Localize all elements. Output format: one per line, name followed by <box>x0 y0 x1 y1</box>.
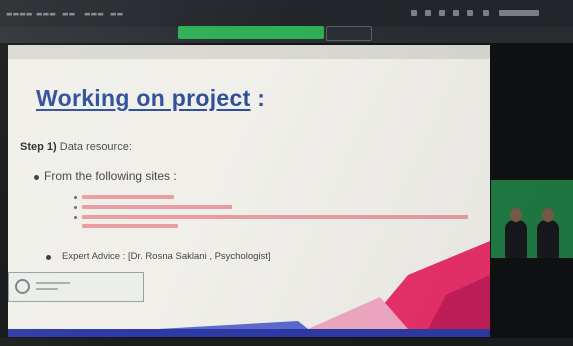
sub-bullet-dot <box>74 216 77 219</box>
monitor-screen: ▬▬▬▬ ▬▬▬ ▬▬ ▬▬▬ ▬▬ Working on project: … <box>0 0 573 346</box>
source-link-3[interactable] <box>82 215 468 219</box>
photo-frame: ▬▬▬▬ ▬▬▬ ▬▬ ▬▬▬ ▬▬ Working on project: … <box>0 0 573 346</box>
meeting-bottom-bar <box>0 338 573 346</box>
taskbar-tab[interactable]: ▬▬▬ <box>84 9 104 19</box>
slide-title-text: Working on project <box>36 85 251 111</box>
tray-icon[interactable] <box>483 10 489 16</box>
mini-panel-text-line <box>36 288 58 290</box>
bullet-dot <box>34 175 39 180</box>
slide-title-colon: : <box>250 85 266 111</box>
sub-bullet-dot <box>74 196 77 199</box>
slide-bottom-band <box>8 329 490 337</box>
top-taskbar: ▬▬▬▬ ▬▬▬ ▬▬ ▬▬▬ ▬▬ <box>0 0 573 27</box>
presenter-mini-panel[interactable] <box>8 272 144 302</box>
clock-readout <box>499 10 539 16</box>
screen-share-banner[interactable] <box>178 26 324 39</box>
tray-icon[interactable] <box>439 10 445 16</box>
taskbar-tab[interactable]: ▬▬ <box>62 9 75 19</box>
slide-title: Working on project : <box>36 85 265 112</box>
participant-figure <box>537 208 559 258</box>
sub-bullet-dot <box>74 206 77 209</box>
step-heading: Step 1) Data resource: <box>20 141 132 153</box>
step-label: Step 1) <box>20 141 57 153</box>
stop-share-button[interactable] <box>326 26 372 41</box>
taskbar-tab[interactable]: ▬▬ <box>110 9 123 19</box>
tray-icon[interactable] <box>467 10 473 16</box>
participant-head <box>542 208 554 222</box>
tray-icon[interactable] <box>411 10 417 16</box>
bullet-dot <box>46 255 51 260</box>
source-link-3-continued[interactable] <box>82 224 178 228</box>
bullet-expert-advice: Expert Advice : [Dr. Rosna Saklani , Psy… <box>62 251 271 262</box>
participant-head <box>510 208 522 222</box>
source-link-1[interactable] <box>82 195 174 199</box>
participant-video-tile[interactable] <box>491 180 573 258</box>
step-text: Data resource: <box>56 141 132 153</box>
system-tray <box>403 8 563 19</box>
bullet-sites: From the following sites : <box>44 169 177 183</box>
mini-panel-text-line <box>36 282 70 284</box>
tray-icon[interactable] <box>425 10 431 16</box>
circle-logo-icon <box>15 279 30 294</box>
taskbar-tab[interactable]: ▬▬▬ <box>36 9 56 19</box>
tray-icon[interactable] <box>453 10 459 16</box>
participant-figure <box>505 208 527 258</box>
taskbar-tab[interactable]: ▬▬▬▬ <box>6 9 32 19</box>
decor-blue-shape <box>158 321 308 329</box>
source-link-2[interactable] <box>82 205 232 209</box>
